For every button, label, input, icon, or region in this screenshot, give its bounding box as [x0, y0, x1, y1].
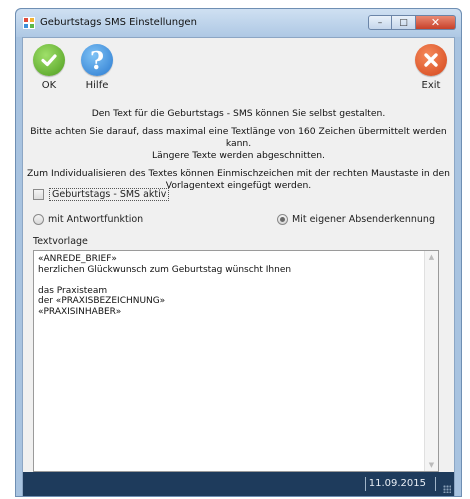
status-bar: 11.09.2015 [23, 472, 454, 496]
maximize-button[interactable]: □ [392, 15, 416, 30]
scroll-down-icon[interactable]: ▼ [425, 459, 438, 471]
minimize-button[interactable]: – [368, 15, 392, 30]
help-button[interactable]: ? Hilfe [77, 44, 117, 91]
info-line: Längere Texte werden abgeschnitten. [152, 150, 325, 161]
check-icon [33, 44, 65, 76]
info-line: Bitte achten Sie darauf, dass maximal ei… [30, 126, 447, 149]
info-line: Zum Individualisieren des Textes können … [27, 168, 450, 179]
app-icon [23, 17, 35, 29]
radio-own-sender-id[interactable]: Mit eigener Absenderkennung [277, 214, 435, 225]
radio-sender-label: Mit eigener Absenderkennung [292, 214, 435, 225]
toolbar: OK ? Hilfe Exit [23, 38, 454, 98]
radio-reply-label: mit Antwortfunktion [48, 214, 144, 225]
info-text: Den Text für die Geburtstags - SMS könne… [23, 108, 454, 192]
checkbox-box[interactable] [33, 189, 44, 200]
sms-active-label: Geburtstags - SMS aktiv [49, 188, 170, 201]
settings-window: Geburtstags SMS Einstellungen – □ ✕ OK ?… [15, 8, 462, 497]
radio-group: mit Antwortfunktion Mit eigener Absender… [33, 214, 444, 228]
ok-label: OK [41, 80, 57, 91]
template-text[interactable]: «ANREDE_BRIEF» herzlichen Glückwunsch zu… [38, 254, 420, 317]
question-icon: ? [81, 44, 113, 76]
radio-circle-selected[interactable] [277, 214, 288, 225]
dialog-body: OK ? Hilfe Exit Den Text für die Geburts… [22, 37, 455, 496]
vertical-scrollbar[interactable]: ▲ ▼ [424, 251, 438, 471]
scroll-up-icon[interactable]: ▲ [425, 251, 438, 263]
resize-grip-icon[interactable] [443, 485, 451, 493]
close-x-icon [415, 44, 447, 76]
close-window-button[interactable]: ✕ [416, 15, 456, 30]
status-separator [435, 477, 436, 491]
window-controls: – □ ✕ [368, 15, 456, 31]
exit-label: Exit [421, 80, 441, 91]
ok-button[interactable]: OK [29, 44, 69, 91]
template-textarea[interactable]: «ANREDE_BRIEF» herzlichen Glückwunsch zu… [33, 250, 439, 472]
exit-button[interactable]: Exit [411, 44, 451, 91]
radio-circle[interactable] [33, 214, 44, 225]
radio-reply-function[interactable]: mit Antwortfunktion [33, 214, 143, 225]
status-date: 11.09.2015 [368, 478, 426, 489]
window-title: Geburtstags SMS Einstellungen [40, 17, 197, 28]
template-label: Textvorlage [33, 236, 88, 247]
info-line: Den Text für die Geburtstags - SMS könne… [91, 108, 386, 119]
help-label: Hilfe [85, 80, 109, 91]
status-separator [365, 477, 366, 491]
title-bar[interactable]: Geburtstags SMS Einstellungen – □ ✕ [16, 9, 461, 37]
sms-active-checkbox[interactable]: Geburtstags - SMS aktiv [33, 188, 170, 201]
